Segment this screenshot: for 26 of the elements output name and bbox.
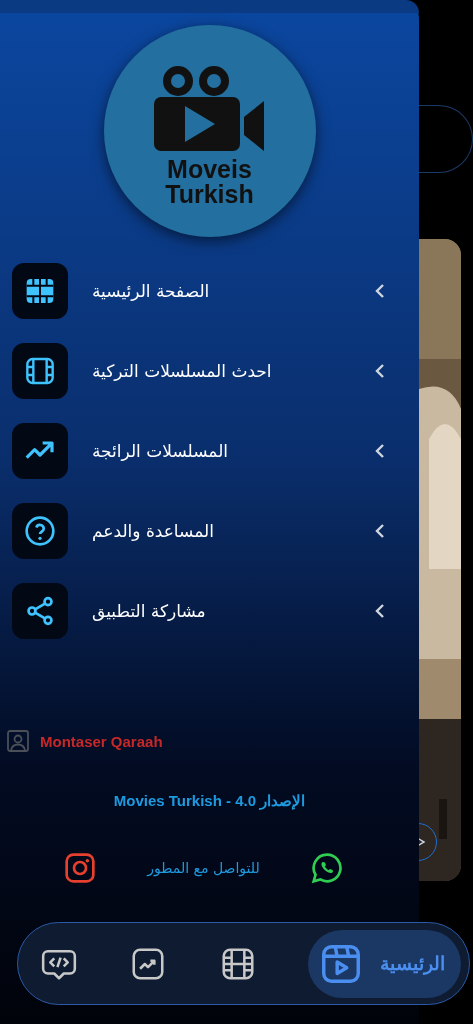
chevron-left-icon: [373, 523, 387, 539]
instagram-icon[interactable]: [64, 852, 96, 884]
chevron-left-icon: [373, 283, 387, 299]
menu-item[interactable]: الصفحة الرئيسية: [92, 281, 373, 301]
help-icon: [24, 515, 56, 547]
menu-item[interactable]: المسلسلات الرائجة: [92, 441, 373, 461]
menu-item[interactable]: المساعدة والدعم: [92, 521, 373, 541]
icon-tile[interactable]: [12, 583, 68, 639]
menu-item[interactable]: مشاركة التطبيق: [92, 601, 373, 621]
contact-developer-text: للتواصل مع المطور: [147, 860, 260, 876]
icon-tile[interactable]: [12, 263, 68, 319]
version-text: الإصدار 4.0 - Movies Turkish: [113, 792, 306, 809]
developer-name: Montaser Qaraah: [40, 732, 163, 750]
icon-tile[interactable]: [12, 423, 68, 479]
icon-tile[interactable]: [12, 503, 68, 559]
film-icon: [24, 355, 56, 387]
menu-item[interactable]: احدث المسلسلات التركية: [92, 361, 373, 381]
chevron-left-icon: [373, 363, 387, 379]
share-icon: [24, 595, 56, 627]
chevron-left-icon: [373, 443, 387, 459]
chevron-left-icon: [373, 603, 387, 619]
whatsapp-icon[interactable]: [311, 852, 343, 884]
logo-text: Moveis Turkish: [165, 157, 254, 207]
icon-tile[interactable]: [12, 343, 68, 399]
user-icon: [6, 729, 30, 753]
nav-tab[interactable]: الرئيسية: [308, 929, 461, 998]
